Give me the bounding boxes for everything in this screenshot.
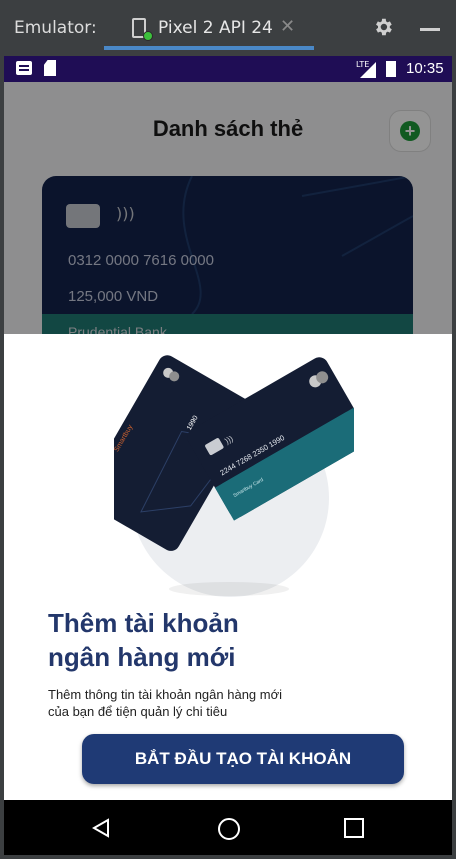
active-tab-indicator <box>104 46 314 50</box>
back-icon[interactable] <box>92 818 112 838</box>
message-notification-icon <box>16 61 32 75</box>
start-create-account-button[interactable]: BẮT ĐẦU TẠO TÀI KHOẢN <box>82 734 404 784</box>
sheet-title-line2: ngân hàng mới <box>48 642 236 672</box>
sd-card-icon <box>44 60 56 76</box>
settings-gear-icon[interactable] <box>372 16 394 38</box>
cards-illustration: Smartbuy 1990 ))) 2244 7268 2350 1990 Sm… <box>114 355 354 551</box>
status-bar: LTE 10:35 <box>4 56 452 82</box>
close-tab-icon[interactable]: ✕ <box>280 16 295 37</box>
navigation-bar <box>4 800 452 855</box>
sheet-title: Thêm tài khoản ngân hàng mới <box>48 606 348 674</box>
emulator-title: Emulator: <box>14 18 97 38</box>
minimize-icon[interactable] <box>420 28 440 31</box>
phone-screen: LTE 10:35 Danh sách thẻ + ))) 0312 0000 … <box>4 56 452 855</box>
device-tab-label: Pixel 2 API 24 <box>158 18 273 38</box>
add-account-sheet: Smartbuy 1990 ))) 2244 7268 2350 1990 Sm… <box>4 334 452 800</box>
sheet-title-line1: Thêm tài khoản <box>48 608 239 638</box>
sheet-desc-line1: Thêm thông tin tài khoản ngân hàng mới <box>48 687 283 702</box>
emulator-toolbar: Emulator: Pixel 2 API 24 ✕ <box>0 0 456 56</box>
device-status-dot <box>143 31 153 41</box>
sheet-desc-line2: của bạn để tiện quản lý chi tiêu <box>48 704 228 719</box>
home-icon[interactable] <box>218 818 240 840</box>
signal-icon <box>360 62 376 78</box>
sheet-description: Thêm thông tin tài khoản ngân hàng mới c… <box>48 686 348 720</box>
battery-icon <box>386 61 396 77</box>
status-time: 10:35 <box>406 60 444 77</box>
recents-icon[interactable] <box>344 818 364 838</box>
